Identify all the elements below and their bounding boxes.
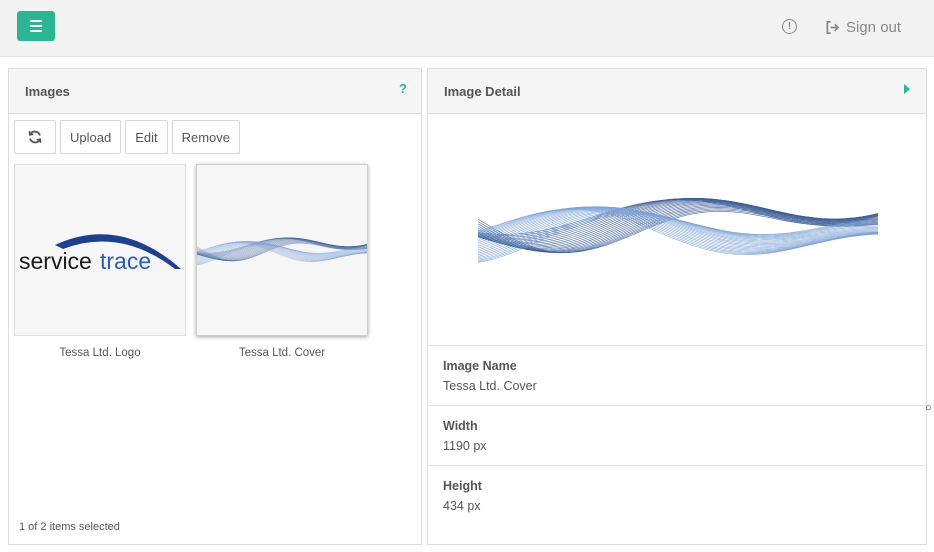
image-thumbnail-logo[interactable]: service trace [14, 164, 186, 336]
servicetrace-logo: service trace [19, 234, 181, 274]
help-icon[interactable]: ? [399, 81, 407, 96]
sign-out-icon [826, 20, 840, 34]
play-icon[interactable] [904, 84, 910, 94]
image-preview [428, 114, 926, 346]
images-toolbar: Upload Edit Remove [14, 120, 241, 154]
property-width: Width 1190 px [428, 406, 926, 466]
upload-button[interactable]: Upload [60, 120, 122, 154]
cover-waves-image [196, 237, 368, 266]
remove-button[interactable]: Remove [171, 120, 241, 154]
property-image-name: Image Name Tessa Ltd. Cover [428, 346, 926, 406]
cover-waves-image [478, 197, 878, 263]
selection-status: 1 of 2 items selected [19, 521, 120, 533]
property-value: 434 px [443, 499, 481, 513]
image-detail-header: Image Detail [428, 69, 926, 114]
sign-out-button[interactable]: Sign out [825, 17, 901, 37]
property-label: Height [443, 479, 482, 493]
refresh-button[interactable] [14, 120, 56, 154]
refresh-icon [28, 130, 42, 144]
image-thumbnail-cover[interactable] [196, 164, 368, 336]
property-value: 1190 px [443, 439, 487, 453]
images-panel: Images ? Upload Edit Remove service trac… [8, 68, 422, 545]
images-panel-header: Images ? [9, 69, 421, 114]
logo-text-service: service [19, 248, 92, 274]
property-height: Height 434 px [428, 466, 926, 526]
sign-out-label: Sign out [846, 18, 902, 36]
thumbnail-caption: Tessa Ltd. Logo [59, 347, 141, 359]
image-detail-title: Image Detail [444, 84, 521, 99]
info-circle-icon[interactable]: ! [782, 19, 797, 34]
hamburger-menu-icon [30, 20, 42, 22]
images-panel-title: Images [25, 84, 70, 99]
image-detail-panel: Image Detail Image Name Tessa Ltd. Cover… [427, 68, 927, 545]
top-bar: ! Sign out [0, 0, 934, 57]
edit-button[interactable]: Edit [125, 120, 168, 154]
hamburger-menu-button[interactable] [17, 11, 55, 41]
property-label: Image Name [443, 359, 517, 373]
logo-text-trace: trace [100, 248, 151, 274]
resize-cursor-icon: ○ [925, 402, 932, 414]
property-label: Width [443, 419, 478, 433]
property-value: Tessa Ltd. Cover [443, 379, 537, 393]
thumbnail-caption: Tessa Ltd. Cover [238, 347, 326, 359]
